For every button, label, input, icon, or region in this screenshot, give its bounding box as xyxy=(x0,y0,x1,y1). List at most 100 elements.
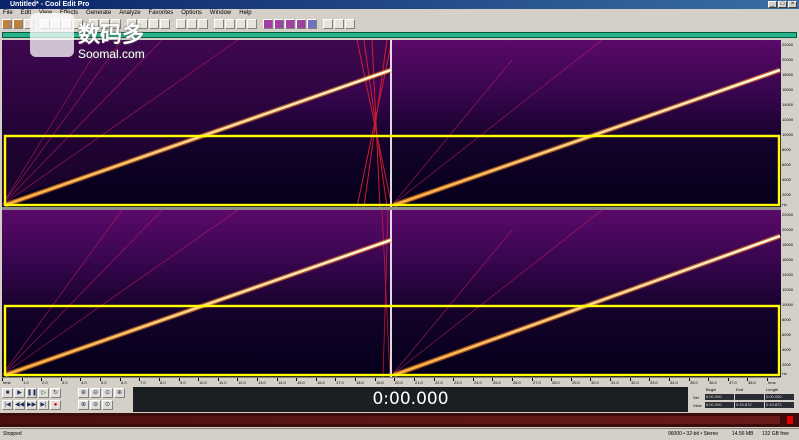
freq-label: 16000 xyxy=(782,87,794,92)
zoom-in-vertical-icon[interactable]: ⊕ xyxy=(78,400,89,410)
view-begin-field[interactable]: 0:00.000 xyxy=(705,402,734,408)
freq-label: 4000 xyxy=(782,347,791,352)
time-label: 7.0 xyxy=(140,380,146,385)
pause-icon[interactable]: ❚❚ xyxy=(26,388,37,398)
effect-filter-icon[interactable] xyxy=(285,18,295,29)
play-icon[interactable]: ▶ xyxy=(14,388,25,398)
view-length-field[interactable]: 0:19.872 xyxy=(765,402,794,408)
spectral-channel-right[interactable] xyxy=(2,210,781,377)
effect-noise-icon[interactable] xyxy=(296,18,306,29)
view-label: View xyxy=(693,403,702,408)
time-label: 19.0 xyxy=(376,380,384,385)
marker-icon[interactable] xyxy=(247,18,257,29)
freq-unit: Hz xyxy=(782,371,787,376)
end-header: End xyxy=(736,387,744,392)
analyze-frequency-icon[interactable] xyxy=(323,18,333,29)
metronome-icon[interactable] xyxy=(225,18,235,29)
frequency-ruler: 22000 20000 18000 16000 14000 12000 1000… xyxy=(781,40,797,377)
zoom-selection-icon[interactable]: ⊙ xyxy=(102,400,113,410)
menu-window[interactable]: Window xyxy=(210,9,231,17)
time-label: 29.0 xyxy=(572,380,580,385)
zoom-full-icon[interactable]: ⊙ xyxy=(102,388,113,398)
freq-label: 22000 xyxy=(782,42,794,47)
play-loop-icon[interactable]: ▷ xyxy=(38,388,49,398)
time-label: 23.0 xyxy=(454,380,462,385)
spectrogram-right xyxy=(2,210,781,377)
zoom-left-icon[interactable]: ⊕ xyxy=(114,388,125,398)
zoom-out-horizontal-icon[interactable]: ⊖ xyxy=(90,388,101,398)
time-label: 24.0 xyxy=(474,380,482,385)
freq-label: 18000 xyxy=(782,72,794,77)
maximize-button[interactable]: □ xyxy=(778,1,787,8)
time-label: 10.0 xyxy=(199,380,207,385)
time-label: 11.0 xyxy=(219,380,227,385)
begin-header: Begin xyxy=(706,387,717,392)
level-meter-scale xyxy=(0,416,780,424)
edit-mode-icon[interactable] xyxy=(176,18,186,29)
sel-end-field[interactable] xyxy=(735,394,764,400)
freq-label: 8000 xyxy=(782,317,791,322)
time-label: 16.0 xyxy=(317,380,325,385)
time-label: 30.0 xyxy=(591,380,599,385)
spectral-display[interactable] xyxy=(2,40,781,377)
cd-project-icon[interactable] xyxy=(198,18,208,29)
cue-list-icon[interactable] xyxy=(236,18,246,29)
freq-label: 2000 xyxy=(782,362,791,367)
minimize-button[interactable]: _ xyxy=(768,1,777,8)
menu-file[interactable]: File xyxy=(3,9,13,17)
time-label: 9.0 xyxy=(180,380,186,385)
status-size: 14.56 MB xyxy=(732,431,754,437)
zoom-in-horizontal-icon[interactable]: ⊕ xyxy=(78,388,89,398)
analyze-phase-icon[interactable] xyxy=(334,18,344,29)
time-label: 1.0 xyxy=(23,380,29,385)
sel-begin-field[interactable]: 0:00.000 xyxy=(705,394,734,400)
time-label: 35.0 xyxy=(690,380,698,385)
title-bar: Untitled* - Cool Edit Pro _ □ × xyxy=(0,0,799,9)
menu-options[interactable]: Options xyxy=(181,9,202,17)
close-button[interactable]: × xyxy=(788,1,797,8)
effect-amplify-icon[interactable] xyxy=(263,18,273,29)
status-bar: Stopped 96000 • 32-bit • Stereo 14.56 MB… xyxy=(0,428,799,440)
clip-indicator[interactable] xyxy=(787,416,793,424)
multitrack-mode-icon[interactable] xyxy=(187,18,197,29)
time-label: 8.0 xyxy=(160,380,166,385)
freq-label: 16000 xyxy=(782,257,794,262)
effect-delay-icon[interactable] xyxy=(274,18,284,29)
time-label: 6.0 xyxy=(121,380,127,385)
level-meter xyxy=(0,413,799,427)
view-end-field[interactable]: 0:19.872 xyxy=(735,402,764,408)
go-to-start-icon[interactable]: |◀ xyxy=(2,400,13,410)
loop-icon[interactable]: ↻ xyxy=(50,388,61,398)
zoom-out-vertical-icon[interactable]: ⊖ xyxy=(90,400,101,410)
time-label: 28.0 xyxy=(552,380,560,385)
window-title: Untitled* - Cool Edit Pro xyxy=(10,1,90,8)
time-label: 27.0 xyxy=(533,380,541,385)
time-ruler[interactable]: hms 1.0 2.0 3.0 4.0 5.0 6.0 7.0 8.0 9.0 10.0 11.0 12… xyxy=(2,377,781,386)
time-label: 32.0 xyxy=(631,380,639,385)
freq-label: 6000 xyxy=(782,332,791,337)
fast-forward-icon[interactable]: ▶▶ xyxy=(26,400,37,410)
time-label: 12.0 xyxy=(238,380,246,385)
transport-controls: ■ ▶ ❚❚ ▷ ↻ |◀ ◀◀ ▶▶ ▶| ● ⊕ ⊖ ⊙ ⊕ ⊕ ⊖ ⊙ xyxy=(2,388,130,412)
effect-reverb-icon[interactable] xyxy=(307,18,317,29)
go-to-end-icon[interactable]: ▶| xyxy=(38,400,49,410)
time-label: 3.0 xyxy=(62,380,68,385)
rewind-icon[interactable]: ◀◀ xyxy=(14,400,25,410)
time-label: 31.0 xyxy=(611,380,619,385)
new-file-icon[interactable] xyxy=(2,18,12,29)
status-text: Stopped xyxy=(3,431,22,437)
freq-label: 18000 xyxy=(782,242,794,247)
stop-icon[interactable]: ■ xyxy=(2,388,13,398)
soomal-logo-icon xyxy=(30,13,74,57)
open-file-icon[interactable] xyxy=(13,18,23,29)
time-label: hms xyxy=(3,380,11,385)
menu-help[interactable]: Help xyxy=(239,9,251,17)
freq-label: 14000 xyxy=(782,102,794,107)
record-icon[interactable]: ● xyxy=(50,400,61,410)
freq-label: 20000 xyxy=(782,227,794,232)
analyze-stats-icon[interactable] xyxy=(345,18,355,29)
settings-icon[interactable] xyxy=(214,18,224,29)
freq-label: 6000 xyxy=(782,162,791,167)
time-label: 4.0 xyxy=(81,380,87,385)
sel-length-field[interactable]: 0:00.000 xyxy=(765,394,794,400)
